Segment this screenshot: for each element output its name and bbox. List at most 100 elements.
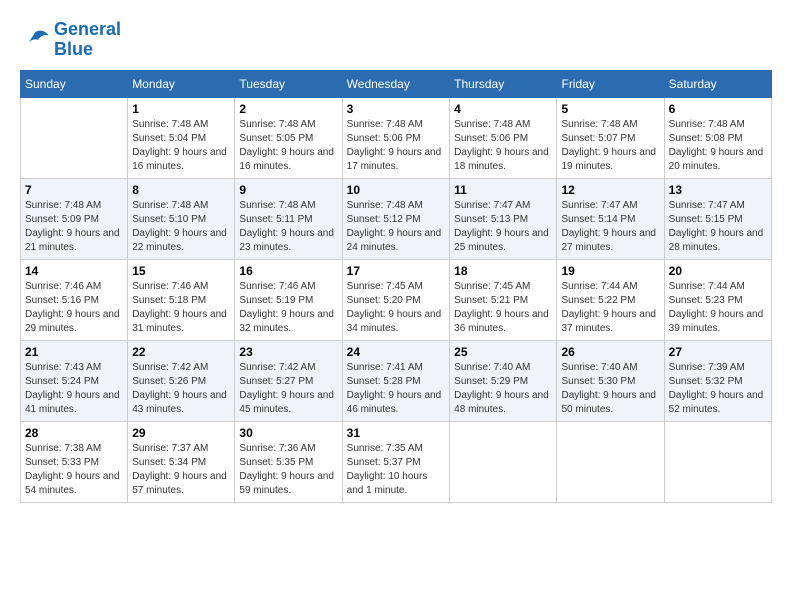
calendar-cell: [21, 97, 128, 178]
day-info: Sunrise: 7:44 AMSunset: 5:23 PMDaylight:…: [669, 280, 767, 336]
day-info: Sunrise: 7:48 AMSunset: 5:04 PMDaylight:…: [132, 118, 230, 174]
day-info: Sunrise: 7:48 AMSunset: 5:07 PMDaylight:…: [561, 118, 659, 174]
calendar-cell: 31 Sunrise: 7:35 AMSunset: 5:37 PMDaylig…: [342, 421, 450, 502]
calendar-cell: 4 Sunrise: 7:48 AMSunset: 5:06 PMDayligh…: [450, 97, 557, 178]
day-number: 10: [347, 183, 446, 197]
day-number: 13: [669, 183, 767, 197]
day-number: 7: [25, 183, 123, 197]
calendar-cell: 3 Sunrise: 7:48 AMSunset: 5:06 PMDayligh…: [342, 97, 450, 178]
col-header-thursday: Thursday: [450, 70, 557, 97]
calendar-cell: 14 Sunrise: 7:46 AMSunset: 5:16 PMDaylig…: [21, 259, 128, 340]
day-info: Sunrise: 7:39 AMSunset: 5:32 PMDaylight:…: [669, 361, 767, 417]
day-number: 28: [25, 426, 123, 440]
calendar-table: SundayMondayTuesdayWednesdayThursdayFrid…: [20, 70, 772, 503]
day-number: 4: [454, 102, 552, 116]
day-info: Sunrise: 7:48 AMSunset: 5:06 PMDaylight:…: [347, 118, 446, 174]
day-number: 30: [239, 426, 337, 440]
calendar-cell: 11 Sunrise: 7:47 AMSunset: 5:13 PMDaylig…: [450, 178, 557, 259]
calendar-cell: 22 Sunrise: 7:42 AMSunset: 5:26 PMDaylig…: [128, 340, 235, 421]
day-info: Sunrise: 7:47 AMSunset: 5:14 PMDaylight:…: [561, 199, 659, 255]
calendar-cell: [450, 421, 557, 502]
calendar-cell: 27 Sunrise: 7:39 AMSunset: 5:32 PMDaylig…: [664, 340, 771, 421]
calendar-cell: 12 Sunrise: 7:47 AMSunset: 5:14 PMDaylig…: [557, 178, 664, 259]
day-number: 16: [239, 264, 337, 278]
calendar-cell: 26 Sunrise: 7:40 AMSunset: 5:30 PMDaylig…: [557, 340, 664, 421]
day-info: Sunrise: 7:45 AMSunset: 5:20 PMDaylight:…: [347, 280, 446, 336]
logo-icon: [20, 25, 50, 55]
calendar-cell: 15 Sunrise: 7:46 AMSunset: 5:18 PMDaylig…: [128, 259, 235, 340]
calendar-cell: 29 Sunrise: 7:37 AMSunset: 5:34 PMDaylig…: [128, 421, 235, 502]
day-info: Sunrise: 7:48 AMSunset: 5:05 PMDaylight:…: [239, 118, 337, 174]
day-info: Sunrise: 7:38 AMSunset: 5:33 PMDaylight:…: [25, 442, 123, 498]
day-number: 2: [239, 102, 337, 116]
day-info: Sunrise: 7:48 AMSunset: 5:06 PMDaylight:…: [454, 118, 552, 174]
day-number: 14: [25, 264, 123, 278]
day-info: Sunrise: 7:42 AMSunset: 5:26 PMDaylight:…: [132, 361, 230, 417]
calendar-cell: 6 Sunrise: 7:48 AMSunset: 5:08 PMDayligh…: [664, 97, 771, 178]
calendar-cell: 25 Sunrise: 7:40 AMSunset: 5:29 PMDaylig…: [450, 340, 557, 421]
day-info: Sunrise: 7:35 AMSunset: 5:37 PMDaylight:…: [347, 442, 446, 498]
day-info: Sunrise: 7:46 AMSunset: 5:18 PMDaylight:…: [132, 280, 230, 336]
logo-text: General Blue: [54, 20, 121, 60]
day-info: Sunrise: 7:44 AMSunset: 5:22 PMDaylight:…: [561, 280, 659, 336]
day-info: Sunrise: 7:43 AMSunset: 5:24 PMDaylight:…: [25, 361, 123, 417]
calendar-cell: 9 Sunrise: 7:48 AMSunset: 5:11 PMDayligh…: [235, 178, 342, 259]
day-number: 6: [669, 102, 767, 116]
day-number: 1: [132, 102, 230, 116]
day-number: 9: [239, 183, 337, 197]
day-info: Sunrise: 7:40 AMSunset: 5:30 PMDaylight:…: [561, 361, 659, 417]
calendar-cell: 13 Sunrise: 7:47 AMSunset: 5:15 PMDaylig…: [664, 178, 771, 259]
calendar-cell: 24 Sunrise: 7:41 AMSunset: 5:28 PMDaylig…: [342, 340, 450, 421]
calendar-cell: 5 Sunrise: 7:48 AMSunset: 5:07 PMDayligh…: [557, 97, 664, 178]
calendar-cell: [664, 421, 771, 502]
day-info: Sunrise: 7:48 AMSunset: 5:11 PMDaylight:…: [239, 199, 337, 255]
calendar-cell: 7 Sunrise: 7:48 AMSunset: 5:09 PMDayligh…: [21, 178, 128, 259]
col-header-saturday: Saturday: [664, 70, 771, 97]
calendar-cell: 17 Sunrise: 7:45 AMSunset: 5:20 PMDaylig…: [342, 259, 450, 340]
calendar-cell: 18 Sunrise: 7:45 AMSunset: 5:21 PMDaylig…: [450, 259, 557, 340]
day-number: 15: [132, 264, 230, 278]
day-info: Sunrise: 7:47 AMSunset: 5:13 PMDaylight:…: [454, 199, 552, 255]
day-number: 26: [561, 345, 659, 359]
day-number: 12: [561, 183, 659, 197]
day-info: Sunrise: 7:45 AMSunset: 5:21 PMDaylight:…: [454, 280, 552, 336]
day-info: Sunrise: 7:37 AMSunset: 5:34 PMDaylight:…: [132, 442, 230, 498]
calendar-cell: 20 Sunrise: 7:44 AMSunset: 5:23 PMDaylig…: [664, 259, 771, 340]
day-info: Sunrise: 7:42 AMSunset: 5:27 PMDaylight:…: [239, 361, 337, 417]
day-info: Sunrise: 7:47 AMSunset: 5:15 PMDaylight:…: [669, 199, 767, 255]
calendar-cell: 16 Sunrise: 7:46 AMSunset: 5:19 PMDaylig…: [235, 259, 342, 340]
calendar-cell: 23 Sunrise: 7:42 AMSunset: 5:27 PMDaylig…: [235, 340, 342, 421]
col-header-tuesday: Tuesday: [235, 70, 342, 97]
col-header-wednesday: Wednesday: [342, 70, 450, 97]
calendar-cell: 30 Sunrise: 7:36 AMSunset: 5:35 PMDaylig…: [235, 421, 342, 502]
day-number: 5: [561, 102, 659, 116]
day-number: 27: [669, 345, 767, 359]
day-info: Sunrise: 7:48 AMSunset: 5:08 PMDaylight:…: [669, 118, 767, 174]
day-number: 3: [347, 102, 446, 116]
day-number: 20: [669, 264, 767, 278]
day-number: 25: [454, 345, 552, 359]
calendar-cell: 10 Sunrise: 7:48 AMSunset: 5:12 PMDaylig…: [342, 178, 450, 259]
day-number: 18: [454, 264, 552, 278]
calendar-cell: 28 Sunrise: 7:38 AMSunset: 5:33 PMDaylig…: [21, 421, 128, 502]
day-info: Sunrise: 7:40 AMSunset: 5:29 PMDaylight:…: [454, 361, 552, 417]
calendar-cell: 8 Sunrise: 7:48 AMSunset: 5:10 PMDayligh…: [128, 178, 235, 259]
day-number: 24: [347, 345, 446, 359]
day-info: Sunrise: 7:41 AMSunset: 5:28 PMDaylight:…: [347, 361, 446, 417]
day-number: 21: [25, 345, 123, 359]
day-number: 8: [132, 183, 230, 197]
calendar-cell: 21 Sunrise: 7:43 AMSunset: 5:24 PMDaylig…: [21, 340, 128, 421]
day-info: Sunrise: 7:46 AMSunset: 5:16 PMDaylight:…: [25, 280, 123, 336]
day-number: 29: [132, 426, 230, 440]
calendar-cell: 1 Sunrise: 7:48 AMSunset: 5:04 PMDayligh…: [128, 97, 235, 178]
logo: General Blue: [20, 20, 121, 60]
day-info: Sunrise: 7:48 AMSunset: 5:12 PMDaylight:…: [347, 199, 446, 255]
day-number: 19: [561, 264, 659, 278]
calendar-cell: [557, 421, 664, 502]
day-info: Sunrise: 7:46 AMSunset: 5:19 PMDaylight:…: [239, 280, 337, 336]
calendar-cell: 2 Sunrise: 7:48 AMSunset: 5:05 PMDayligh…: [235, 97, 342, 178]
day-number: 17: [347, 264, 446, 278]
day-info: Sunrise: 7:48 AMSunset: 5:09 PMDaylight:…: [25, 199, 123, 255]
day-number: 11: [454, 183, 552, 197]
col-header-monday: Monday: [128, 70, 235, 97]
